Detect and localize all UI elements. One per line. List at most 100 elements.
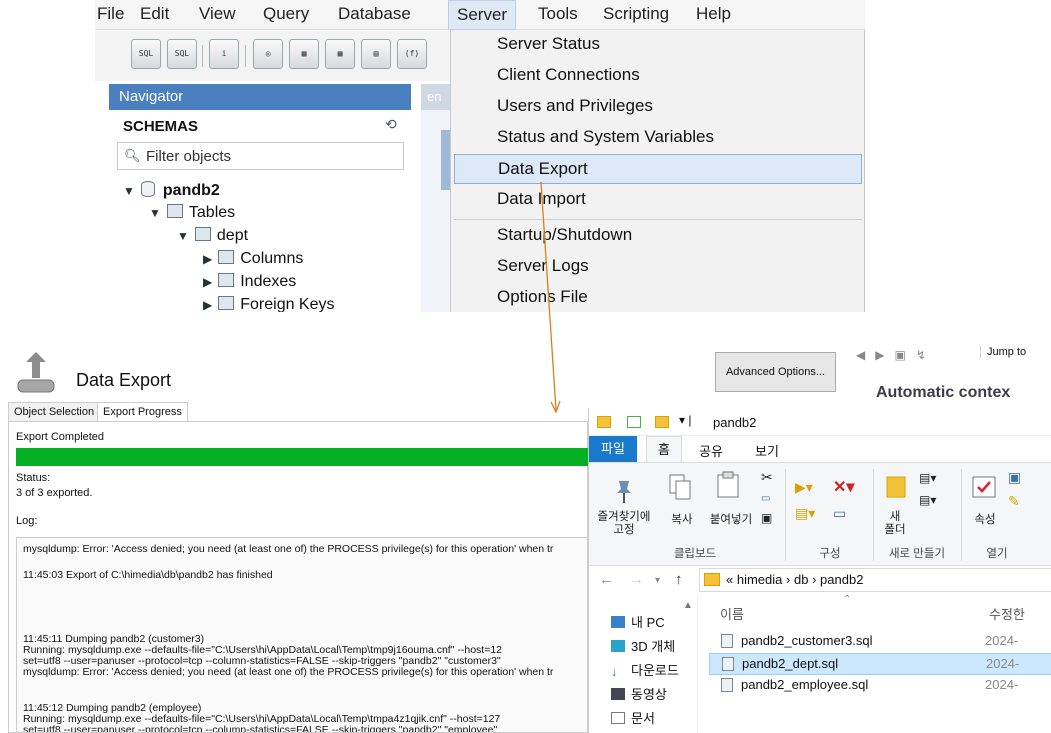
log-line: mysqldump: Error: 'Access denied; you ne…: [23, 543, 554, 555]
scroll-up-icon[interactable]: ▲: [683, 600, 693, 611]
quick-access-dropdown-icon[interactable]: ▾ |: [679, 413, 691, 427]
breadcrumb-db[interactable]: db: [794, 572, 808, 587]
column-modified[interactable]: 수정한: [989, 604, 1025, 623]
menu-item-client-connections[interactable]: Client Connections: [454, 61, 862, 91]
paste-shortcut-icon[interactable]: ▣: [761, 511, 772, 525]
recent-locations-icon[interactable]: ▾: [655, 575, 660, 586]
menu-file[interactable]: File: [97, 4, 124, 24]
menu-item-users-privileges[interactable]: Users and Privileges: [454, 92, 862, 122]
properties-quick-icon[interactable]: [627, 416, 641, 428]
create-procedure-icon[interactable]: ▤: [361, 39, 391, 69]
expand-triangle-icon[interactable]: ▼: [177, 229, 189, 243]
download-icon: ↓: [611, 664, 618, 679]
open-sql-file-icon[interactable]: SQL: [167, 39, 197, 69]
advanced-options-button[interactable]: Advanced Options...: [715, 352, 836, 392]
ribbon-tab-file[interactable]: 파일: [589, 436, 637, 462]
tree-schema-pandb2[interactable]: ▼ pandb2: [123, 181, 220, 200]
column-name[interactable]: 이름: [720, 604, 744, 623]
menu-item-data-import[interactable]: Data Import: [454, 185, 862, 215]
expand-triangle-icon[interactable]: ▼: [123, 184, 135, 198]
nav-downloads[interactable]: ↓ 다운로드: [611, 660, 679, 679]
tree-tables[interactable]: ▼ Tables: [149, 204, 235, 222]
back-arrow-icon[interactable]: ←: [599, 571, 614, 588]
copy-path-icon[interactable]: ▭: [761, 493, 770, 504]
file-row[interactable]: pandb2_employee.sql 2024-: [709, 675, 1051, 697]
collapse-triangle-icon[interactable]: ▶: [203, 298, 212, 312]
jump-to-dropdown[interactable]: Jump to: [980, 346, 1026, 358]
collapse-triangle-icon[interactable]: ▶: [203, 252, 212, 266]
create-function-icon[interactable]: (f): [397, 39, 427, 69]
ribbon-tab-view[interactable]: 보기: [755, 441, 779, 460]
tree-indexes[interactable]: ▶ Indexes: [203, 273, 296, 291]
menu-item-server-logs[interactable]: Server Logs: [454, 252, 862, 282]
auto-help-icon[interactable]: ↯: [916, 348, 926, 362]
create-schema-icon[interactable]: ◎: [253, 39, 283, 69]
menu-help[interactable]: Help: [696, 4, 731, 24]
new-folder-button[interactable]: 새 폴더: [881, 511, 909, 537]
cut-icon[interactable]: ✂: [761, 469, 773, 486]
pin-to-quick-access-button[interactable]: 즐겨찾기에 고정: [589, 511, 659, 537]
back-icon[interactable]: ◀: [856, 348, 865, 362]
pane-divider[interactable]: [697, 594, 698, 733]
new-item-icon[interactable]: ▤▾: [919, 471, 936, 485]
edit-icon[interactable]: ✎: [1008, 493, 1020, 510]
nav-documents[interactable]: 문서: [611, 708, 655, 727]
tree-table-dept[interactable]: ▼ dept: [177, 227, 248, 245]
paste-button[interactable]: 붙여넣기: [703, 511, 759, 527]
file-name: pandb2_customer3.sql: [741, 633, 873, 648]
filter-objects-input[interactable]: 🔍︎ Filter objects: [117, 142, 404, 170]
breadcrumb-pandb2[interactable]: pandb2: [820, 572, 863, 587]
breadcrumb-himedia[interactable]: himedia: [737, 572, 783, 587]
file-row[interactable]: pandb2_customer3.sql 2024-: [709, 631, 1051, 653]
inspector-icon[interactable]: i: [209, 39, 239, 69]
file-row-selected[interactable]: pandb2_dept.sql 2024-: [709, 653, 1051, 675]
forward-icon[interactable]: ▶: [875, 348, 884, 362]
nav-this-pc[interactable]: 내 PC: [611, 612, 665, 631]
menu-server[interactable]: Server: [448, 0, 517, 30]
menu-item-options-file[interactable]: Options File: [454, 283, 862, 312]
menu-view[interactable]: View: [199, 4, 236, 24]
create-table-icon[interactable]: ▦: [289, 39, 319, 69]
nav-3d-objects[interactable]: 3D 개체: [611, 636, 675, 655]
address-bar[interactable]: « himedia › db › pandb2: [699, 568, 1051, 592]
collapse-triangle-icon[interactable]: ▶: [203, 275, 212, 289]
menu-edit[interactable]: Edit: [140, 4, 169, 24]
export-log[interactable]: mysqldump: Error: 'Access denied; you ne…: [16, 537, 588, 733]
copy-to-icon[interactable]: ▤▾: [795, 505, 815, 522]
address-overflow[interactable]: «: [726, 572, 733, 587]
move-to-icon[interactable]: ▶▾: [795, 479, 813, 496]
copy-button[interactable]: 복사: [667, 511, 697, 527]
menu-item-status-variables[interactable]: Status and System Variables: [454, 123, 862, 153]
create-view-icon[interactable]: ▦: [325, 39, 355, 69]
tree-foreign-keys[interactable]: ▶ Foreign Keys: [203, 296, 335, 312]
new-sql-tab-icon[interactable]: SQL: [131, 39, 161, 69]
new-folder-quick-icon[interactable]: [655, 416, 669, 428]
tab-object-selection[interactable]: Object Selection: [8, 402, 101, 423]
ribbon-tab-share[interactable]: 공유: [699, 441, 723, 460]
menu-query[interactable]: Query: [263, 4, 309, 24]
editor-tab[interactable]: en: [421, 84, 451, 110]
expand-triangle-icon[interactable]: ▼: [149, 206, 161, 220]
menu-scripting[interactable]: Scripting: [603, 4, 669, 24]
tree-columns[interactable]: ▶ Columns: [203, 250, 303, 268]
menu-tools[interactable]: Tools: [538, 4, 578, 24]
nav-videos[interactable]: 동영상: [611, 684, 667, 703]
delete-icon[interactable]: ✕▾: [833, 477, 854, 497]
forward-arrow-icon[interactable]: →: [629, 571, 644, 588]
menu-item-server-status[interactable]: Server Status: [454, 30, 862, 60]
menu-item-data-export[interactable]: Data Export: [454, 154, 862, 184]
properties-button[interactable]: 속성: [969, 511, 1001, 527]
open-icon[interactable]: ▣: [1008, 469, 1021, 486]
menu-item-startup-shutdown[interactable]: Startup/Shutdown: [454, 221, 862, 251]
ribbon-tab-home[interactable]: 홈: [646, 436, 682, 463]
file-date: 2024-: [985, 677, 1019, 692]
breadcrumb-separator[interactable]: ›: [786, 572, 790, 587]
rename-icon[interactable]: ▭: [833, 505, 846, 522]
tab-export-progress[interactable]: Export Progress: [97, 402, 188, 423]
refresh-icon[interactable]: ⟲: [385, 116, 397, 133]
up-arrow-icon[interactable]: ↑: [675, 571, 683, 588]
easy-access-icon[interactable]: ▤▾: [919, 493, 936, 507]
manual-help-icon[interactable]: ▣: [894, 348, 905, 362]
menu-database[interactable]: Database: [338, 4, 411, 24]
breadcrumb-separator[interactable]: ›: [812, 572, 816, 587]
